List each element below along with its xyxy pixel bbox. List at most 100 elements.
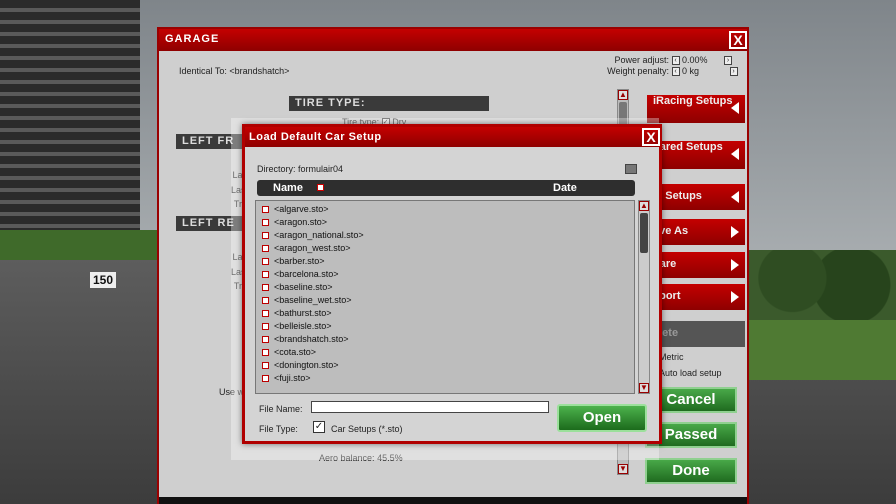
column-date-header[interactable]: Date (553, 182, 577, 194)
file-name: <belleisle.sto> (274, 321, 332, 331)
file-name: <aragon.sto> (274, 217, 328, 227)
file-name: <algarve.sto> (274, 204, 329, 214)
file-icon (262, 284, 269, 292)
bottom-tab-strip (159, 497, 747, 504)
file-name: <baseline_wet.sto> (274, 295, 352, 305)
list-item[interactable]: <aragon.sto> (262, 217, 327, 230)
menu-iracing-setups[interactable]: iRacing Setups (647, 95, 745, 123)
chevron-left-icon (731, 148, 739, 160)
open-button[interactable]: Open (557, 404, 647, 432)
file-icon (262, 323, 269, 331)
power-adjust-value: 0.00% (682, 55, 708, 65)
grass-left (0, 230, 160, 260)
distance-sign: 150 (90, 272, 116, 288)
folder-icon[interactable] (625, 164, 637, 174)
weight-penalty-row: Weight penalty: ‹ 0 kg › (599, 66, 739, 77)
garage-title-bar: GARAGE X (159, 29, 747, 51)
file-name: <brandshatch.sto> (274, 334, 349, 344)
file-icon (262, 310, 269, 318)
weight-penalty-decrease-button[interactable]: ‹ (671, 67, 680, 77)
list-item[interactable]: <bathurst.sto> (262, 308, 332, 321)
weight-penalty-value: 0 kg (682, 66, 700, 76)
list-item[interactable]: <belleisle.sto> (262, 321, 332, 334)
chevron-right-icon (731, 259, 739, 271)
file-icon (262, 232, 269, 240)
file-name: <aragon_west.sto> (274, 243, 351, 253)
load-setup-dialog: Load Default Car Setup X Directory: form… (242, 124, 662, 444)
auto-load-label: Auto load setup (659, 368, 722, 378)
file-icon (262, 375, 269, 383)
metric-option[interactable]: Metric (659, 352, 684, 362)
file-icon (262, 297, 269, 305)
done-button[interactable]: Done (645, 458, 737, 484)
list-item[interactable]: <baseline.sto> (262, 282, 333, 295)
file-name-label: File Name: (259, 404, 303, 414)
list-item[interactable]: <barber.sto> (262, 256, 325, 269)
list-scroll-down-button[interactable]: ▼ (639, 383, 649, 393)
file-icon (262, 258, 269, 266)
file-icon (262, 219, 269, 227)
list-item[interactable]: <barcelona.sto> (262, 269, 339, 282)
power-adjust-decrease-button[interactable]: ‹ (671, 56, 680, 66)
file-type-label: File Type: (259, 424, 298, 434)
directory-row: Directory: formulair04 (257, 164, 343, 174)
file-name: <cota.sto> (274, 347, 317, 357)
chevron-right-icon (731, 291, 739, 303)
dialog-title: Load Default Car Setup (249, 131, 382, 143)
menu-shared-setups-label: hared Setups (653, 141, 723, 153)
menu-iracing-setups-label: iRacing Setups (653, 95, 733, 107)
directory-value: formulair04 (298, 164, 344, 174)
garage-scroll-up-button[interactable]: ▲ (618, 90, 628, 100)
file-type-dropdown-button[interactable]: ✓ (313, 421, 325, 433)
chevron-left-icon (731, 191, 739, 203)
file-icon (262, 349, 269, 357)
garage-title: GARAGE (165, 33, 220, 45)
file-name: <donington.sto> (274, 360, 339, 370)
chevron-left-icon (731, 102, 739, 114)
list-item[interactable]: <fuji.sto> (262, 373, 311, 386)
file-name: <fuji.sto> (274, 373, 311, 383)
list-item[interactable]: <baseline_wet.sto> (262, 295, 352, 308)
identical-to-label: Identical To: <brandshatch> (179, 66, 290, 76)
file-name: <aragon_national.sto> (274, 230, 364, 240)
column-name-header[interactable]: Name (273, 182, 303, 194)
list-item[interactable]: <donington.sto> (262, 360, 339, 373)
power-adjust-label: Power adjust: (614, 55, 669, 65)
dialog-title-bar: Load Default Car Setup X (245, 127, 660, 147)
file-icon (262, 271, 269, 279)
file-name: <bathurst.sto> (274, 308, 332, 318)
power-adjust-row: Power adjust: ‹ 0.00% › (599, 55, 739, 66)
dialog-close-button[interactable]: X (642, 128, 660, 146)
file-icon (262, 336, 269, 344)
garage-scroll-down-button[interactable]: ▼ (618, 464, 628, 474)
weight-penalty-increase-button[interactable]: › (729, 67, 738, 77)
file-name: <barber.sto> (274, 256, 325, 266)
file-list[interactable]: <algarve.sto> <aragon.sto> <aragon_natio… (255, 200, 635, 394)
garage-close-button[interactable]: X (729, 31, 747, 49)
power-adjust-increase-button[interactable]: › (724, 56, 733, 66)
list-item[interactable]: <cota.sto> (262, 347, 316, 360)
auto-load-option[interactable]: Auto load setup (659, 368, 722, 378)
list-item[interactable]: <aragon_west.sto> (262, 243, 351, 256)
sort-indicator-icon (317, 184, 324, 191)
list-scroll-up-button[interactable]: ▲ (639, 201, 649, 211)
list-item[interactable]: <algarve.sto> (262, 204, 329, 217)
trees (748, 250, 896, 320)
file-name: <baseline.sto> (274, 282, 333, 292)
weight-penalty-label: Weight penalty: (607, 66, 669, 76)
file-list-header: Name Date (257, 180, 635, 196)
file-icon (262, 245, 269, 253)
file-icon (262, 362, 269, 370)
tire-type-header: TIRE TYPE: (289, 96, 489, 111)
directory-label: Directory: (257, 164, 296, 174)
metric-label: Metric (659, 352, 684, 362)
file-name: <barcelona.sto> (274, 269, 339, 279)
file-icon (262, 206, 269, 214)
file-type-value[interactable]: Car Setups (*.sto) (331, 424, 403, 434)
list-scroll-thumb[interactable] (640, 213, 648, 253)
file-name-input[interactable] (311, 401, 549, 413)
list-item[interactable]: <brandshatch.sto> (262, 334, 349, 347)
list-item[interactable]: <aragon_national.sto> (262, 230, 364, 243)
chevron-right-icon (731, 226, 739, 238)
file-list-scrollbar[interactable]: ▲ ▼ (638, 200, 650, 394)
